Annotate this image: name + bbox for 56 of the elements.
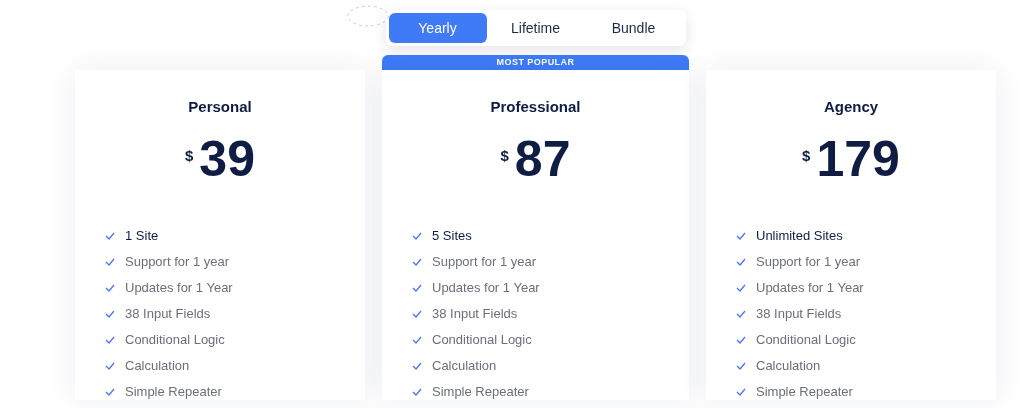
feature-text: Updates for 1 Year bbox=[756, 278, 864, 297]
check-icon bbox=[412, 387, 422, 396]
check-icon bbox=[736, 335, 746, 344]
feature-text: Calculation bbox=[756, 356, 821, 375]
check-icon bbox=[736, 387, 746, 396]
pricing-tab[interactable]: Lifetime bbox=[486, 13, 585, 43]
check-icon bbox=[105, 257, 115, 266]
most-popular-badge: MOST POPULAR bbox=[382, 55, 689, 70]
feature-text: Calculation bbox=[125, 356, 190, 375]
plan-name: Professional bbox=[490, 97, 581, 117]
feature-text: 1 Site bbox=[125, 226, 159, 245]
check-icon bbox=[412, 283, 422, 292]
feature-text: Simple Repeater bbox=[756, 382, 853, 401]
check-icon bbox=[412, 257, 422, 266]
check-icon bbox=[412, 309, 422, 318]
check-icon bbox=[105, 231, 115, 240]
check-icon bbox=[412, 335, 422, 344]
feature-text: Simple Repeater bbox=[432, 382, 529, 401]
feature-text: Conditional Logic bbox=[432, 330, 532, 349]
price: 39 bbox=[199, 130, 255, 187]
check-icon bbox=[105, 387, 115, 396]
feature-text: Support for 1 year bbox=[432, 252, 537, 271]
check-icon bbox=[105, 309, 115, 318]
currency-symbol: $ bbox=[185, 145, 194, 166]
check-icon bbox=[736, 231, 746, 240]
price: 179 bbox=[816, 130, 900, 187]
pricing-tab[interactable]: Yearly bbox=[388, 13, 487, 43]
check-icon bbox=[736, 309, 746, 318]
feature-text: Support for 1 year bbox=[756, 252, 861, 271]
plan-name: Agency bbox=[823, 97, 879, 117]
check-icon bbox=[412, 361, 422, 370]
pricing-tab[interactable]: Bundle bbox=[584, 13, 683, 43]
check-icon bbox=[105, 335, 115, 344]
feature-text: Conditional Logic bbox=[125, 330, 225, 349]
currency-symbol: $ bbox=[802, 145, 811, 166]
check-icon bbox=[105, 283, 115, 292]
check-icon bbox=[105, 361, 115, 370]
feature-text: 38 Input Fields bbox=[432, 304, 518, 323]
feature-text: Calculation bbox=[432, 356, 497, 375]
feature-text: Support for 1 year bbox=[125, 252, 230, 271]
check-icon bbox=[736, 361, 746, 370]
currency-symbol: $ bbox=[500, 145, 509, 166]
feature-text: Simple Repeater bbox=[125, 382, 222, 401]
feature-text: 5 Sites bbox=[432, 226, 472, 245]
feature-text: Updates for 1 Year bbox=[125, 278, 233, 297]
feature-text: 38 Input Fields bbox=[756, 304, 842, 323]
feature-text: Conditional Logic bbox=[756, 330, 856, 349]
feature-text: 38 Input Fields bbox=[125, 304, 211, 323]
feature-text: Unlimited Sites bbox=[756, 226, 843, 245]
price: 87 bbox=[514, 130, 571, 187]
check-icon bbox=[736, 283, 746, 292]
dashed-ellipse-decoration bbox=[346, 4, 390, 28]
check-icon bbox=[736, 257, 746, 266]
check-icon bbox=[412, 231, 422, 240]
feature-text: Updates for 1 Year bbox=[432, 278, 540, 297]
plan-name: Personal bbox=[188, 97, 252, 117]
